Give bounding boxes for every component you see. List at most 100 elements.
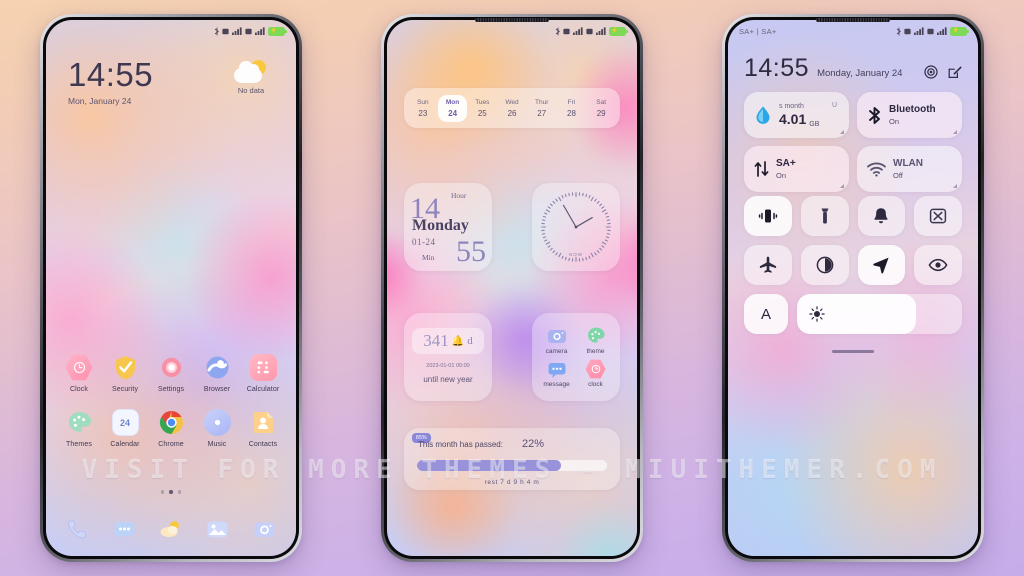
app-calculator[interactable]: Calculator bbox=[240, 354, 286, 393]
page-dot-active[interactable] bbox=[169, 490, 173, 494]
date-value: 01-24 bbox=[412, 237, 436, 247]
app-calendar[interactable]: 24 Calendar bbox=[102, 409, 148, 448]
app-chrome[interactable]: Chrome bbox=[148, 409, 194, 448]
toggle-notifications[interactable] bbox=[857, 196, 906, 236]
shortcut-theme[interactable]: theme bbox=[576, 326, 615, 355]
phone-bezel: ⚡ 14:55 Mon, January 24 No data Clock Se… bbox=[43, 17, 299, 559]
auto-brightness-button[interactable]: A bbox=[744, 294, 788, 334]
signal1-icon bbox=[913, 27, 924, 35]
partly-cloudy-icon bbox=[234, 60, 268, 84]
tile-resize-corner[interactable] bbox=[840, 130, 844, 134]
app-label: Themes bbox=[66, 441, 92, 448]
camera-icon[interactable] bbox=[252, 517, 277, 542]
toggle-location[interactable] bbox=[857, 245, 906, 285]
calendar-day[interactable]: Sat 29 bbox=[586, 95, 616, 122]
bluetooth-icon bbox=[555, 27, 560, 35]
gallery-icon[interactable] bbox=[205, 517, 230, 542]
calendar-day[interactable]: Wed 26 bbox=[497, 95, 527, 122]
calendar-dow: Sat bbox=[596, 98, 607, 106]
app-themes[interactable]: Themes bbox=[56, 409, 102, 448]
tile-resize-corner[interactable] bbox=[953, 184, 957, 188]
signal1-icon bbox=[231, 27, 242, 35]
weather-status: No data bbox=[237, 86, 265, 95]
tile-bluetooth[interactable]: Bluetooth On bbox=[857, 92, 962, 138]
app-settings[interactable]: Settings bbox=[148, 354, 194, 393]
signal2-icon bbox=[595, 27, 606, 35]
calendar-day[interactable]: Tues 25 bbox=[467, 95, 497, 122]
signal1-icon bbox=[572, 27, 583, 35]
dark-mode-icon bbox=[816, 256, 833, 274]
brightness-slider[interactable] bbox=[797, 294, 962, 334]
data-value: 4.01 bbox=[779, 110, 807, 127]
shortcut-message[interactable]: message bbox=[537, 359, 576, 388]
signal2-icon bbox=[936, 27, 947, 35]
weather-icon[interactable] bbox=[158, 517, 183, 542]
calendar-day[interactable]: Sun 23 bbox=[408, 95, 438, 122]
toggle-airplane-mode[interactable] bbox=[744, 245, 792, 285]
calendar-num: 27 bbox=[537, 108, 547, 118]
shortcut-clock[interactable]: clock bbox=[576, 359, 615, 388]
settings-gear-icon[interactable] bbox=[924, 65, 938, 79]
message-icon[interactable] bbox=[112, 517, 137, 542]
month-progress-widget[interactable]: 85% This month has passed: 22% rest 7 d … bbox=[404, 428, 620, 490]
tile-state: On bbox=[776, 170, 787, 180]
status-bar: SA+ | SA+ ⚡ bbox=[728, 20, 978, 42]
brightness-sun-icon bbox=[809, 306, 825, 322]
shortcut-camera[interactable]: camera bbox=[537, 326, 576, 355]
app-security[interactable]: Security bbox=[102, 354, 148, 393]
status-carrier: SA+ | SA+ bbox=[739, 26, 777, 36]
calendar-num: 25 bbox=[477, 108, 487, 118]
edit-icon[interactable] bbox=[948, 65, 962, 79]
toggle-vibrate[interactable] bbox=[744, 196, 792, 236]
analog-clock-widget[interactable]: NOW bbox=[532, 183, 620, 271]
browser-icon bbox=[204, 354, 231, 381]
sim1-icon bbox=[563, 28, 570, 34]
phone-icon[interactable] bbox=[65, 517, 90, 542]
toggle-flashlight[interactable] bbox=[800, 196, 849, 236]
weather-widget[interactable]: No data bbox=[224, 60, 278, 95]
cc-date: Monday, January 24 bbox=[817, 68, 903, 79]
toggle-eye-comfort[interactable] bbox=[914, 245, 962, 285]
calendar-day-selected[interactable]: Mon 24 bbox=[437, 94, 468, 122]
eye-comfort-icon bbox=[928, 258, 948, 272]
app-clock[interactable]: Clock bbox=[56, 354, 102, 393]
countdown-days: 341 bbox=[423, 331, 449, 350]
app-contacts[interactable]: Contacts bbox=[240, 409, 286, 448]
tile-title: SA+ bbox=[776, 158, 796, 170]
tile-mobile-data[interactable]: SA+ On bbox=[744, 146, 849, 192]
shortcut-label: clock bbox=[588, 381, 603, 388]
clock-icon bbox=[585, 359, 606, 379]
data-unit: GB bbox=[809, 121, 820, 128]
tile-resize-corner[interactable] bbox=[953, 130, 957, 134]
toggle-screenshot[interactable] bbox=[914, 196, 962, 236]
tile-wlan[interactable]: WLAN Off bbox=[857, 146, 962, 192]
app-browser[interactable]: Browser bbox=[194, 354, 240, 393]
countdown-pill: 341 🔔 d bbox=[412, 328, 484, 354]
earpiece-grille bbox=[475, 18, 549, 22]
lock-time: 14:55 bbox=[68, 56, 154, 93]
calendar-strip-widget[interactable]: Sun 23 Mon 24 Tues 25 Wed 26 Thur 27 Fri… bbox=[404, 88, 620, 128]
battery-icon: ⚡ bbox=[609, 26, 628, 36]
app-music[interactable]: Music bbox=[194, 409, 240, 448]
calendar-day[interactable]: Fri 28 bbox=[557, 95, 587, 122]
tile-state: Off bbox=[893, 170, 903, 180]
bluetooth-icon bbox=[869, 106, 880, 124]
page-indicator[interactable] bbox=[46, 490, 296, 494]
tile-data-usage[interactable]: s month 4.01 GB U bbox=[744, 92, 849, 138]
sim2-icon bbox=[586, 28, 593, 34]
toggle-dark-mode[interactable] bbox=[800, 245, 849, 285]
tile-resize-corner[interactable] bbox=[840, 184, 844, 188]
time-widget[interactable]: Hour 14 Monday 01-24 Min 55 bbox=[404, 183, 492, 271]
control-center-small-tiles bbox=[744, 196, 962, 285]
message-icon bbox=[547, 359, 567, 379]
home-indicator[interactable] bbox=[832, 350, 874, 353]
page-dot[interactable] bbox=[160, 490, 165, 494]
page-dot[interactable] bbox=[177, 490, 182, 494]
calendar-date-badge: 24 bbox=[119, 417, 130, 428]
chrome-icon bbox=[158, 409, 185, 436]
countdown-widget[interactable]: 341 🔔 d 2023-01-01 00:00 until new year bbox=[404, 313, 492, 401]
calendar-day[interactable]: Thur 27 bbox=[527, 95, 557, 122]
tile-title: WLAN bbox=[893, 158, 923, 170]
app-grid: Clock Security Settings Browser Calculat… bbox=[56, 354, 286, 448]
shortcut-grid-widget: camera theme message clock bbox=[532, 313, 620, 401]
